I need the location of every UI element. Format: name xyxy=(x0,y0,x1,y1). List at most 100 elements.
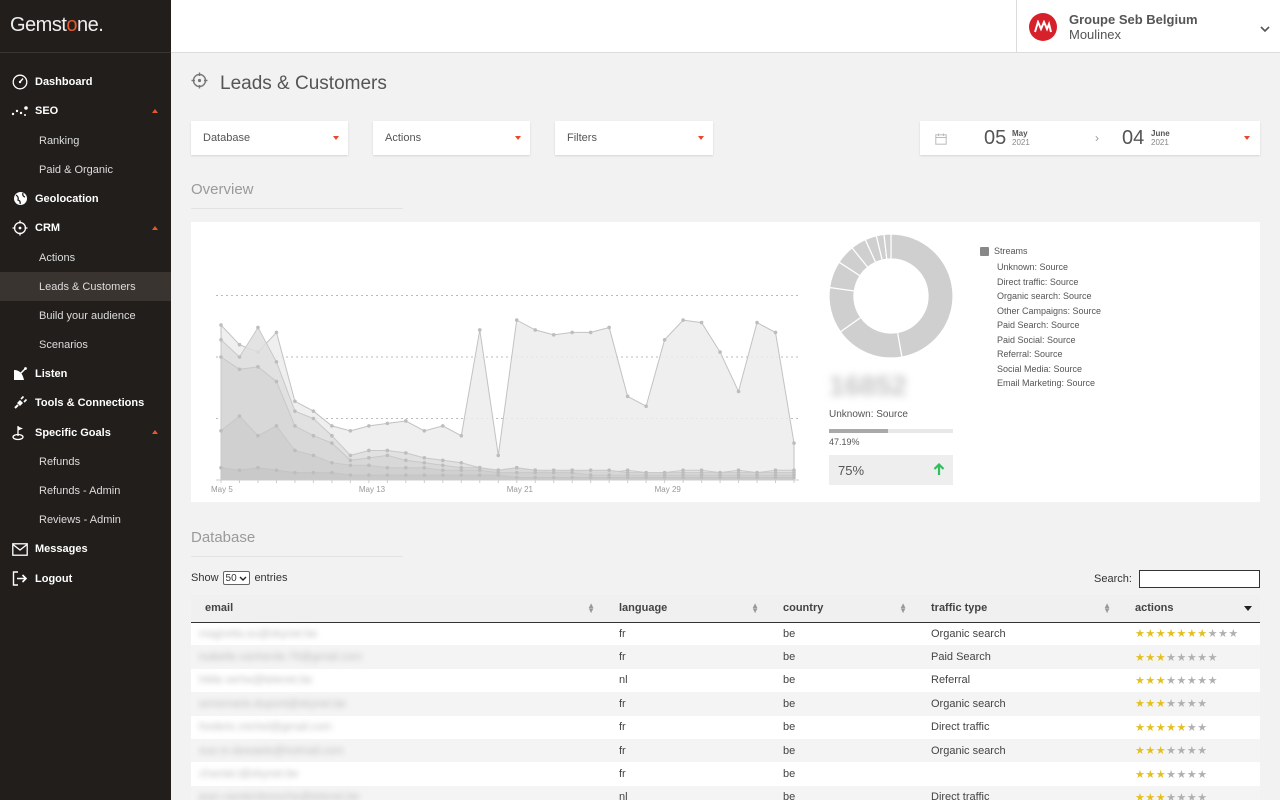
star-icon[interactable]: ★ xyxy=(1135,769,1145,781)
sidebar-item-logout[interactable]: Logout xyxy=(0,564,171,594)
sidebar-item-refunds[interactable]: Refunds xyxy=(0,448,171,477)
column-header-actions[interactable]: actions xyxy=(1121,595,1260,622)
star-icon[interactable]: ★ xyxy=(1145,675,1155,687)
star-icon[interactable]: ★ xyxy=(1135,792,1145,800)
star-icon[interactable]: ★ xyxy=(1135,698,1145,710)
star-icon[interactable]: ★ xyxy=(1187,745,1197,757)
legend-item[interactable]: Organic search: Source xyxy=(980,289,1101,304)
account-switcher[interactable]: Groupe Seb Belgium Moulinex xyxy=(1016,0,1280,53)
star-icon[interactable]: ★ xyxy=(1177,652,1187,664)
star-icon[interactable]: ★ xyxy=(1197,745,1207,757)
sidebar-item-geolocation[interactable]: Geolocation xyxy=(0,184,171,214)
table-row[interactable]: sue.m.dewaele@hotmail.com fr be Organic sea… xyxy=(191,738,1260,763)
star-icon[interactable]: ★ xyxy=(1187,628,1197,640)
star-icon[interactable]: ★ xyxy=(1187,675,1197,687)
sidebar-item-build-your-audience[interactable]: Build your audience xyxy=(0,301,171,330)
star-icon[interactable]: ★ xyxy=(1197,698,1207,710)
star-icon[interactable]: ★ xyxy=(1208,628,1218,640)
table-row[interactable]: magnolia.eu@skynet.be fr be Organic search ★… xyxy=(191,622,1260,646)
star-icon[interactable]: ★ xyxy=(1197,722,1207,734)
sidebar-item-listen[interactable]: Listen xyxy=(0,359,171,389)
star-icon[interactable]: ★ xyxy=(1156,769,1166,781)
star-icon[interactable]: ★ xyxy=(1145,792,1155,800)
star-icon[interactable]: ★ xyxy=(1187,792,1197,800)
star-icon[interactable]: ★ xyxy=(1135,745,1145,757)
star-icon[interactable]: ★ xyxy=(1166,722,1176,734)
star-icon[interactable]: ★ xyxy=(1145,722,1155,734)
legend-item[interactable]: Social Media: Source xyxy=(980,362,1101,377)
cell-actions-rating[interactable]: ★★★★★★★★★★ xyxy=(1121,622,1260,645)
star-icon[interactable]: ★ xyxy=(1177,628,1187,640)
chevron-down-icon[interactable] xyxy=(1260,20,1270,38)
legend-item[interactable]: Other Campaigns: Source xyxy=(980,304,1101,319)
star-icon[interactable]: ★ xyxy=(1218,628,1228,640)
sidebar-item-tools-connections[interactable]: Tools & Connections xyxy=(0,389,171,419)
gemstone-logo[interactable]: Gemstone. xyxy=(0,0,171,53)
star-icon[interactable]: ★ xyxy=(1156,628,1166,640)
star-icon[interactable]: ★ xyxy=(1166,628,1176,640)
table-row[interactable]: hilde.verhe@telenet.be nl be Referral ★★★★★★… xyxy=(191,668,1260,693)
star-icon[interactable]: ★ xyxy=(1156,675,1166,687)
sidebar-item-specific-goals[interactable]: Specific Goals xyxy=(0,418,171,448)
sidebar-item-crm[interactable]: CRM xyxy=(0,214,171,244)
star-icon[interactable]: ★ xyxy=(1156,745,1166,757)
legend-item[interactable]: Paid Social: Source xyxy=(980,333,1101,348)
legend-swatch[interactable] xyxy=(980,246,989,256)
star-icon[interactable]: ★ xyxy=(1156,722,1166,734)
legend-item[interactable]: Direct traffic: Source xyxy=(980,275,1101,290)
search-input[interactable] xyxy=(1139,570,1260,588)
star-icon[interactable]: ★ xyxy=(1145,652,1155,664)
database-dropdown[interactable]: Database xyxy=(191,121,348,155)
legend-item[interactable]: Referral: Source xyxy=(980,347,1101,362)
table-row[interactable]: frederic.michel@gmail.com fr be Direct traf… xyxy=(191,715,1260,739)
legend-item[interactable]: Unknown: Source xyxy=(980,260,1101,275)
star-icon[interactable]: ★ xyxy=(1145,769,1155,781)
star-icon[interactable]: ★ xyxy=(1177,745,1187,757)
sidebar-item-reviews-admin[interactable]: Reviews - Admin xyxy=(0,506,171,535)
legend-item[interactable]: Email Marketing: Source xyxy=(980,376,1101,391)
star-icon[interactable]: ★ xyxy=(1197,652,1207,664)
filters-dropdown[interactable]: Filters xyxy=(555,121,713,155)
star-icon[interactable]: ★ xyxy=(1156,698,1166,710)
star-icon[interactable]: ★ xyxy=(1145,698,1155,710)
table-row[interactable]: isabelle.vanherde.76@gmail.com fr be Paid S… xyxy=(191,645,1260,669)
cell-actions-rating[interactable]: ★★★★★★★ xyxy=(1121,716,1260,739)
legend-title[interactable]: Streams xyxy=(994,246,1028,256)
star-icon[interactable]: ★ xyxy=(1166,769,1176,781)
cell-actions-rating[interactable]: ★★★★★★★★ xyxy=(1121,669,1260,692)
star-icon[interactable]: ★ xyxy=(1197,769,1207,781)
star-icon[interactable]: ★ xyxy=(1135,628,1145,640)
sidebar-item-seo[interactable]: SEO xyxy=(0,97,171,127)
column-header-country[interactable]: country ▲ ▼ xyxy=(769,595,917,622)
sidebar-item-scenarios[interactable]: Scenarios xyxy=(0,330,171,359)
star-icon[interactable]: ★ xyxy=(1177,722,1187,734)
sidebar-item-dashboard[interactable]: Dashboard xyxy=(0,67,171,97)
column-header-language[interactable]: language ▲ ▼ xyxy=(605,595,769,622)
table-row[interactable]: jean.vandenbossche@telenet.be nl be Direct … xyxy=(191,785,1260,800)
star-icon[interactable]: ★ xyxy=(1197,675,1207,687)
star-icon[interactable]: ★ xyxy=(1208,652,1218,664)
star-icon[interactable]: ★ xyxy=(1145,628,1155,640)
star-icon[interactable]: ★ xyxy=(1187,722,1197,734)
star-icon[interactable]: ★ xyxy=(1187,698,1197,710)
sidebar-item-actions[interactable]: Actions xyxy=(0,243,171,272)
cell-actions-rating[interactable]: ★★★★★★★ xyxy=(1121,692,1260,715)
star-icon[interactable]: ★ xyxy=(1156,652,1166,664)
star-icon[interactable]: ★ xyxy=(1166,675,1176,687)
cell-actions-rating[interactable]: ★★★★★★★★ xyxy=(1121,645,1260,668)
sidebar-item-messages[interactable]: Messages xyxy=(0,535,171,565)
star-icon[interactable]: ★ xyxy=(1177,792,1187,800)
table-row[interactable]: chantal.l@skynet.be fr be ★★★★★★★ xyxy=(191,762,1260,786)
star-icon[interactable]: ★ xyxy=(1135,675,1145,687)
sidebar-item-paid-organic[interactable]: Paid & Organic xyxy=(0,155,171,184)
star-icon[interactable]: ★ xyxy=(1166,652,1176,664)
star-icon[interactable]: ★ xyxy=(1145,745,1155,757)
column-header-traffic-type[interactable]: traffic type ▲ ▼ xyxy=(917,595,1121,622)
cell-actions-rating[interactable]: ★★★★★★★ xyxy=(1121,739,1260,762)
star-icon[interactable]: ★ xyxy=(1166,792,1176,800)
entries-select[interactable]: 50 xyxy=(222,571,251,585)
sidebar-item-leads-customers[interactable]: Leads & Customers xyxy=(0,272,171,301)
table-row[interactable]: annemarie.dupont@skynet.be fr be Organic se… xyxy=(191,692,1260,716)
star-icon[interactable]: ★ xyxy=(1177,698,1187,710)
sidebar-item-refunds-admin[interactable]: Refunds - Admin xyxy=(0,477,171,506)
